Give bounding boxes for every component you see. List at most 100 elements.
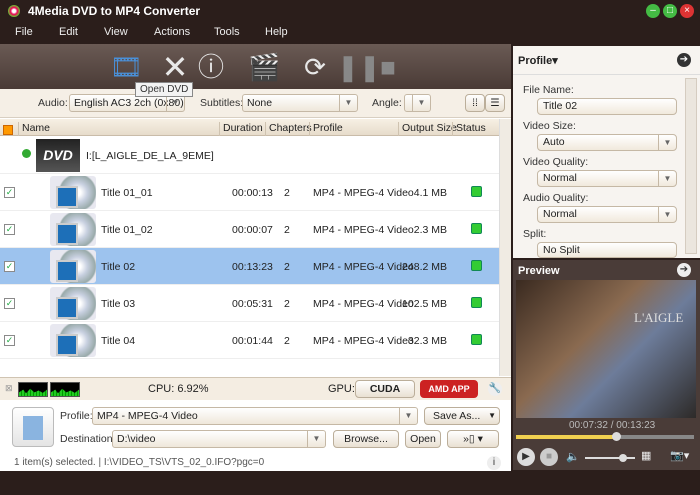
destination-value: D:\video [117,433,156,445]
collapse-icon[interactable] [22,149,31,158]
video-quality-select[interactable]: Normal ▼ [537,170,677,187]
table-row[interactable]: ✓ Title 03 00:05:31 2 MP4 - MPEG-4 Video… [0,285,499,322]
convert-icon[interactable]: ⟳ [300,52,330,82]
info-button[interactable]: ⓘ [196,52,226,82]
title-bar: 4Media DVD to MP4 Converter [0,0,700,22]
amd-app-button[interactable]: AMD APP [420,380,478,398]
save-as-button[interactable]: Save As... ▼ [424,407,500,425]
row-checkbox[interactable]: ✓ [4,261,15,272]
dvd-root-row[interactable]: DVD I:[L_AIGLE_DE_LA_9EME] [0,137,499,174]
wrench-icon[interactable]: 🔧 [488,382,502,396]
status-ready-icon [471,223,482,234]
pause-button[interactable]: ❚❚ [337,52,381,82]
minimize-button[interactable]: – [646,4,660,18]
table-row[interactable]: ✓ Title 01_01 00:00:13 2 MP4 - MPEG-4 Vi… [0,174,499,211]
column-profile[interactable]: Profile [309,122,343,136]
profile-bar: Profile: MP4 - MPEG-4 Video ▼ Save As... ▼… [0,400,511,455]
audio-quality-label: Audio Quality: [523,192,589,204]
grid-view-button[interactable]: ⁞⁞ [465,94,485,112]
angle-select[interactable]: ▼ [404,94,431,112]
column-duration[interactable]: Duration [219,122,263,136]
select-all-checkbox[interactable] [0,122,13,136]
file-name-value: Title 02 [543,100,578,112]
row-profile: MP4 - MPEG-4 Video [313,298,414,310]
preview-time: 00:07:32 / 00:13:23 [569,420,656,431]
preview-seek-slider[interactable] [516,432,694,441]
subtitles-select[interactable]: None ▼ [242,94,358,112]
audio-quality-select[interactable]: Normal ▼ [537,206,677,223]
row-name: Title 01_01 [101,187,153,199]
arrow-right-icon[interactable]: ➔ [677,263,691,277]
video-size-select[interactable]: Auto ▼ [537,134,677,151]
list-view-button[interactable]: ☰ [485,94,505,112]
list-scrollbar[interactable] [499,119,511,376]
row-profile: MP4 - MPEG-4 Video [313,261,414,273]
cpu-graph [18,382,48,397]
cuda-button[interactable]: CUDA [355,380,415,398]
maximize-button[interactable]: □ [663,4,677,18]
column-name[interactable]: Name [18,122,50,136]
status-ready-icon [471,297,482,308]
split-label: Split: [523,228,547,240]
menu-view[interactable]: View [104,26,128,38]
column-output-size[interactable]: Output Size [398,122,457,136]
snapshot-settings-icon[interactable]: ▦ [641,449,651,462]
play-button[interactable]: ▶ [517,448,535,466]
stop-button[interactable]: ■ [373,52,403,82]
chevron-down-icon: ▼ [658,171,676,186]
menu-tools[interactable]: Tools [214,26,240,38]
open-label: Open [410,433,436,445]
row-checkbox[interactable]: ✓ [4,335,15,346]
tooltip: Open DVD [135,82,194,97]
volume-slider[interactable] [585,454,635,462]
table-row[interactable]: ✓ Title 02 00:13:23 2 MP4 - MPEG-4 Video… [0,248,499,285]
cpu-usage: CPU: 6.92% [148,383,209,395]
transfer-device-button[interactable]: »▯ ▾ [447,430,499,448]
toolbar: 🎞 ✕ ⓘ 🎬 ⟳ ❚❚ ■ [0,44,511,89]
menu-help[interactable]: Help [265,26,288,38]
profile-scrollbar[interactable] [685,78,697,254]
row-checkbox[interactable]: ✓ [4,224,15,235]
menu-file[interactable]: File [15,26,33,38]
subtitles-value: None [247,97,273,109]
video-size-label: Video Size: [523,120,576,132]
profile-select[interactable]: MP4 - MPEG-4 Video ▼ [92,407,418,425]
remove-button[interactable]: ✕ [160,51,190,83]
stop-preview-button[interactable]: ■ [540,448,558,466]
table-row[interactable]: ✓ Title 01_02 00:00:07 2 MP4 - MPEG-4 Vi… [0,211,499,248]
status-text: 1 item(s) selected. | I:\VIDEO_TS\VTS_02… [14,457,265,468]
chevron-down-icon: ▼ [339,95,357,111]
close-button[interactable]: × [680,4,694,18]
row-size: 102.5 MB [402,298,447,310]
add-profile-button[interactable]: 🎬 [248,52,280,82]
log-icon[interactable]: i [487,456,501,470]
split-select[interactable]: No Split [537,242,677,258]
column-status[interactable]: Status [452,122,486,136]
row-chapters: 2 [284,261,290,273]
status-ready-icon [471,260,482,271]
profile-panel-header[interactable]: Profile▾ [518,54,558,67]
close-graph-icon[interactable]: ⊠ [5,383,13,394]
row-checkbox[interactable]: ✓ [4,187,15,198]
browse-button[interactable]: Browse... [333,430,399,448]
table-header: Name Duration Chapters Profile Output Si… [0,119,499,136]
profile-label: Profile: [60,410,93,422]
volume-icon[interactable]: 🔈 [566,450,580,463]
row-name: Title 01_02 [101,224,153,236]
menu-actions[interactable]: Actions [154,26,190,38]
destination-select[interactable]: D:\video ▼ [112,430,326,448]
row-name: Title 02 [101,261,136,273]
profile-panel: Profile▾ ➔ File Name: Title 02 Video Siz… [513,46,700,258]
open-button[interactable]: Open [405,430,441,448]
table-row[interactable]: ✓ Title 04 00:01:44 2 MP4 - MPEG-4 Video… [0,322,499,359]
options-row: Audio: English AC3 2ch (0x80) ▼ Subtitles… [0,89,511,118]
row-checkbox[interactable]: ✓ [4,298,15,309]
menu-edit[interactable]: Edit [59,26,78,38]
arrow-right-icon[interactable]: ➔ [677,53,691,67]
row-chapters: 2 [284,187,290,199]
open-dvd-button[interactable]: 🎞 [110,52,143,82]
camera-icon[interactable]: 📷▾ [670,449,689,462]
file-name-input[interactable]: Title 02 [537,98,677,115]
column-chapters[interactable]: Chapters [265,122,312,136]
video-quality-label: Video Quality: [523,156,589,168]
